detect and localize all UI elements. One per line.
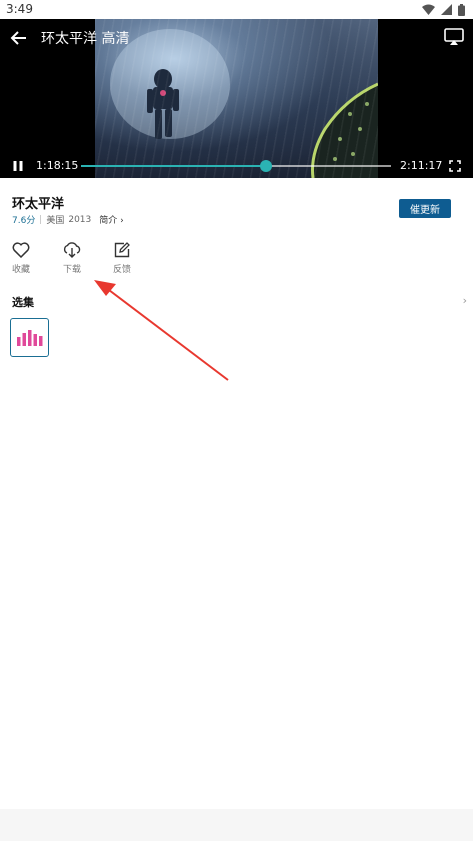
movie-title: 环太平洋	[12, 197, 65, 212]
cast-screen-icon[interactable]	[444, 28, 464, 46]
movie-year: 2013	[68, 214, 92, 225]
feedback-label: 反馈	[112, 265, 131, 275]
video-scene	[110, 29, 378, 178]
meta-divider	[40, 215, 42, 224]
heart-icon	[12, 242, 30, 258]
player-controls: 1:18:15 2:11:17	[0, 158, 473, 174]
cloud-download-icon	[63, 242, 81, 258]
total-time: 2:11:17	[400, 159, 443, 172]
status-icons	[422, 3, 465, 16]
intro-link[interactable]: 简介 ›	[99, 213, 124, 226]
video-player[interactable]: 环太平洋 高清 1:18:15 2:11:17	[0, 19, 473, 178]
status-bar: 3:49	[0, 0, 473, 19]
feedback-button[interactable]: 反馈	[107, 242, 137, 275]
signal-icon	[441, 4, 452, 15]
intro-label: 简介	[99, 216, 118, 226]
status-time: 3:49	[6, 2, 33, 16]
movie-score: 7.6分	[12, 216, 36, 226]
episodes-more-chevron-icon[interactable]: ›	[463, 294, 467, 307]
movie-meta: 7.6分 美国 2013 简介 ›	[12, 213, 124, 227]
download-button[interactable]: 下载	[57, 242, 87, 275]
current-time: 1:18:15	[36, 159, 79, 172]
video-title: 环太平洋 高清	[41, 31, 130, 47]
download-label: 下载	[62, 265, 81, 275]
episodes-header: 选集	[12, 296, 34, 309]
favorite-label: 收藏	[11, 265, 30, 275]
fullscreen-icon[interactable]	[449, 160, 461, 172]
episode-item-playing[interactable]	[10, 318, 49, 357]
back-arrow-icon[interactable]	[10, 29, 28, 47]
pause-icon[interactable]	[12, 160, 24, 172]
favorite-button[interactable]: 收藏	[6, 242, 36, 275]
seek-bar-progress	[81, 165, 266, 167]
bottom-navigation-bar	[0, 809, 473, 841]
movie-region: 美国	[46, 216, 65, 226]
playing-equalizer-icon	[16, 329, 42, 346]
action-row: 收藏 下载 反馈	[0, 242, 473, 282]
edit-feedback-icon	[114, 242, 130, 258]
urge-update-button[interactable]: 催更新	[399, 199, 451, 218]
seek-bar-thumb[interactable]	[259, 160, 272, 172]
video-frame[interactable]	[95, 19, 378, 178]
battery-icon	[458, 3, 465, 16]
chevron-right-icon: ›	[120, 216, 124, 226]
seek-bar[interactable]	[81, 160, 391, 172]
wifi-icon	[422, 4, 435, 15]
